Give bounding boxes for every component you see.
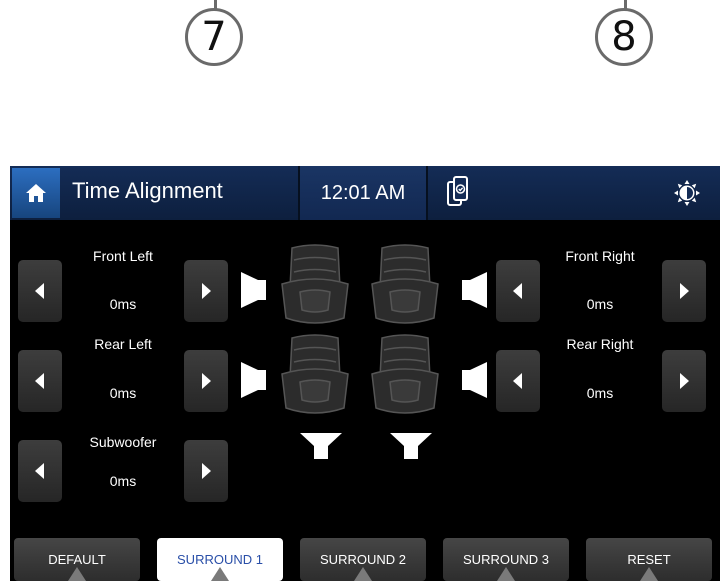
front-left-value: 0ms — [109, 296, 137, 312]
home-icon — [26, 184, 46, 202]
top-bar: Time Alignment 12:01 AM — [10, 166, 720, 220]
tab-label: SURROUND 2 — [320, 552, 406, 567]
phone-link-button[interactable] — [446, 176, 470, 213]
clock: 12:01 AM — [300, 166, 426, 220]
page-title: Time Alignment — [72, 178, 223, 203]
pointer-marker — [354, 567, 372, 581]
arrow-left-icon — [513, 283, 522, 299]
subwoofer-label: Subwoofer — [89, 434, 157, 450]
front-left-decrease-button[interactable] — [18, 260, 62, 322]
tab-reset[interactable]: RESET — [586, 538, 712, 581]
tab-surround-1[interactable]: SURROUND 1 — [157, 538, 283, 581]
arrow-right-icon — [680, 373, 689, 389]
front-right-value: 0ms — [586, 296, 614, 312]
brightness-icon — [674, 180, 700, 206]
tab-surround-3[interactable]: SURROUND 3 — [443, 538, 569, 581]
seat-front-right-icon — [371, 244, 439, 324]
speaker-front-left-icon — [241, 272, 266, 308]
callout-8: 8 — [595, 8, 653, 66]
tab-default[interactable]: DEFAULT — [14, 538, 140, 581]
rear-right-label: Rear Right — [566, 336, 634, 352]
front-left-increase-button[interactable] — [184, 260, 228, 322]
pointer-marker — [640, 567, 658, 581]
front-right-decrease-button[interactable] — [496, 260, 540, 322]
subwoofer-left-icon — [300, 433, 342, 459]
tab-surround-2[interactable]: SURROUND 2 — [300, 538, 426, 581]
preset-tabs: DEFAULT SURROUND 1 SURROUND 2 SURROUND 3… — [10, 538, 720, 581]
seat-rear-right-icon — [371, 334, 439, 414]
head-unit-screen: Time Alignment 12:01 AM Front Left 0ms R… — [10, 166, 720, 581]
arrow-right-icon — [202, 283, 211, 299]
arrow-left-icon — [513, 373, 522, 389]
pointer-marker — [497, 567, 515, 581]
arrow-right-icon — [202, 463, 211, 479]
front-right-increase-button[interactable] — [662, 260, 706, 322]
subwoofer-increase-button[interactable] — [184, 440, 228, 502]
tab-label: SURROUND 3 — [463, 552, 549, 567]
rear-left-value: 0ms — [109, 385, 137, 401]
subwoofer-value: 0ms — [109, 473, 137, 489]
tab-label: RESET — [627, 552, 671, 567]
rear-right-decrease-button[interactable] — [496, 350, 540, 412]
speaker-front-right-icon — [462, 272, 487, 308]
subwoofer-right-icon — [390, 433, 432, 459]
divider — [426, 166, 428, 220]
tab-label: SURROUND 1 — [177, 552, 263, 567]
arrow-right-icon — [202, 373, 211, 389]
arrow-left-icon — [35, 373, 44, 389]
front-right-label: Front Right — [565, 248, 635, 264]
arrow-left-icon — [35, 463, 44, 479]
speaker-rear-right-icon — [462, 362, 487, 398]
front-left-label: Front Left — [93, 248, 153, 264]
phone-link-icon — [447, 176, 468, 206]
rear-left-increase-button[interactable] — [184, 350, 228, 412]
seat-rear-left-icon — [281, 334, 349, 414]
rear-left-label: Rear Left — [94, 336, 152, 352]
home-button[interactable] — [12, 168, 60, 218]
speaker-rear-left-icon — [241, 362, 266, 398]
subwoofer-decrease-button[interactable] — [18, 440, 62, 502]
arrow-right-icon — [680, 283, 689, 299]
rear-right-value: 0ms — [586, 385, 614, 401]
tab-label: DEFAULT — [48, 552, 106, 567]
brightness-button[interactable] — [674, 180, 700, 211]
callout-7: 7 — [185, 8, 243, 66]
rear-left-decrease-button[interactable] — [18, 350, 62, 412]
pointer-marker — [211, 567, 229, 581]
arrow-left-icon — [35, 283, 44, 299]
rear-right-increase-button[interactable] — [662, 350, 706, 412]
seat-front-left-icon — [281, 244, 349, 324]
pointer-marker — [68, 567, 86, 581]
